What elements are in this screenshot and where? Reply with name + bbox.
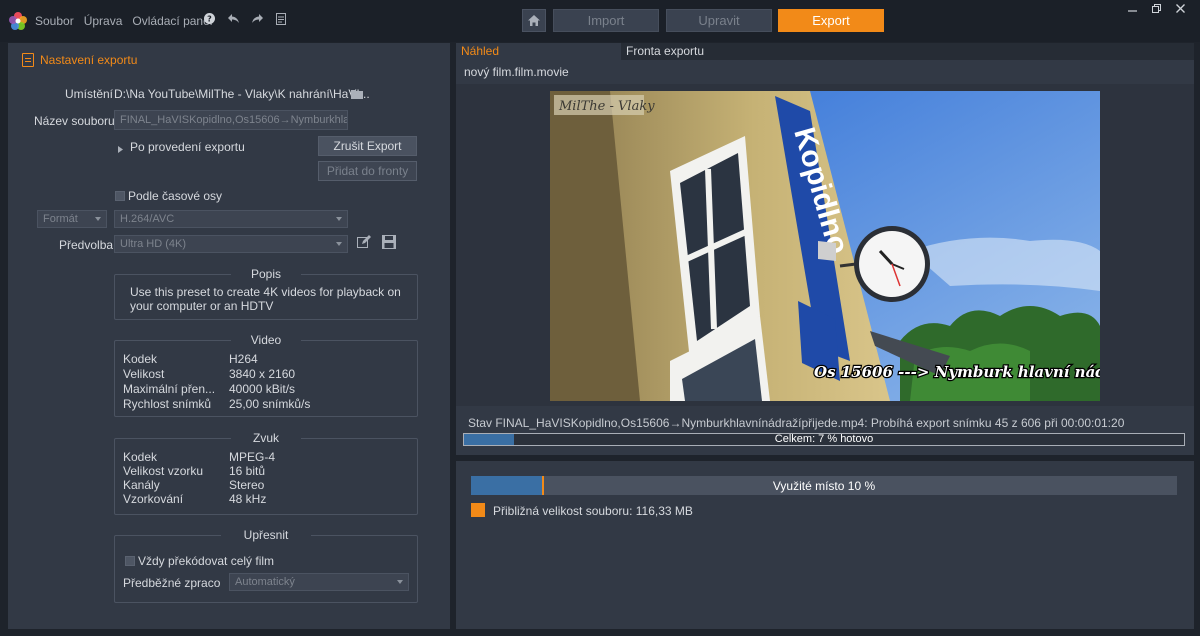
format-select[interactable]: Formát (37, 210, 107, 228)
minimize-icon[interactable] (1120, 4, 1144, 16)
description-group: Popis Use this preset to create 4K video… (114, 267, 418, 320)
always-reencode-checkbox[interactable] (125, 556, 135, 566)
description-title: Popis (231, 267, 301, 281)
timeline-label: Podle časové osy (128, 189, 223, 203)
video-caption: Os 15606 ---> Nymburk hlavní nádraží při… (814, 363, 1100, 381)
cancel-export-button[interactable]: Zrušit Export (318, 136, 417, 156)
app-logo-icon (9, 12, 27, 30)
chevron-down-icon (397, 580, 403, 584)
video-key: Velikost (123, 367, 165, 381)
document-icon[interactable] (274, 13, 288, 28)
codec-select-value: H.264/AVC (120, 213, 175, 225)
menu-file[interactable]: Soubor (35, 14, 74, 28)
export-settings-title: Nastavení exportu (22, 53, 137, 67)
audio-value: 16 bitů (229, 464, 266, 478)
location-label: Umístění (65, 87, 114, 101)
watermark-text: MilThe - Vlaky (558, 99, 655, 114)
filename-label: Název souboru (34, 114, 115, 128)
folder-icon[interactable] (351, 88, 363, 102)
export-tab-button[interactable]: Export (778, 9, 884, 32)
expand-arrow-icon[interactable] (118, 142, 123, 156)
edit-tab-button[interactable]: Upravit (666, 9, 772, 32)
menu-edit[interactable]: Úprava (84, 14, 123, 28)
always-reencode-label: Vždy překódovat celý film (138, 554, 275, 568)
audio-value: MPEG-4 (229, 450, 276, 464)
redo-icon[interactable] (250, 13, 264, 28)
preset-label: Předvolba (59, 238, 114, 252)
after-export-label[interactable]: Po provedení exportu (130, 140, 245, 154)
codec-select[interactable]: H.264/AVC (114, 210, 348, 228)
video-group: Video Kodek Velikost Maximální přen... R… (114, 333, 418, 417)
preview-image: Kopidlno MilThe - Vlaky Os 15606 ---> Ny (550, 91, 1100, 401)
chevron-down-icon (95, 217, 101, 221)
video-key: Maximální přen... (123, 382, 216, 396)
home-button[interactable] (522, 9, 546, 32)
preprocess-select-value: Automatický (235, 576, 295, 588)
disk-space-text: Využité místo 10 % (772, 479, 876, 493)
file-size-legend-swatch (471, 503, 485, 517)
top-bar: Soubor Úprava Ovládací panel ? Import Up… (0, 0, 1200, 42)
import-tab-button[interactable]: Import (553, 9, 659, 32)
video-title: Video (231, 333, 301, 347)
preprocess-select[interactable]: Automatický (229, 573, 409, 591)
file-size-text: Přibližná velikost souboru: 116,33 MB (493, 504, 693, 518)
restore-icon[interactable] (1144, 4, 1168, 16)
preprocess-label: Předběžné zpraco (123, 576, 221, 590)
preset-select[interactable]: Ultra HD (4K) (114, 235, 348, 253)
audio-value: Stereo (229, 478, 265, 492)
preview-area: Kopidlno MilThe - Vlaky Os 15606 ---> Ny (456, 84, 1194, 406)
refine-title: Upřesnit (221, 528, 311, 542)
audio-title: Zvuk (231, 431, 301, 445)
export-progress-text: Celkem: 7 % hotovo (774, 433, 874, 445)
preview-panel: Náhled Fronta exportu nový film.film.mov… (456, 43, 1194, 455)
tab-export-queue[interactable]: Fronta exportu (621, 43, 1194, 60)
video-values: H264 3840 x 2160 40000 kBit/s 25,00 sním… (229, 352, 310, 412)
edit-icon[interactable] (357, 235, 371, 252)
video-key: Rychlost snímků (123, 397, 212, 411)
format-select-value: Formát (43, 213, 78, 225)
audio-key: Velikost vzorku (123, 464, 204, 478)
audio-value: 48 kHz (229, 492, 267, 506)
export-status: Stav FINAL_HaVISKopidlno,Os15606→Nymburk… (468, 416, 1125, 430)
video-keys: Kodek Velikost Maximální přen... Rychlos… (123, 352, 215, 412)
audio-key: Kodek (123, 450, 158, 464)
video-value: 40000 kBit/s (229, 382, 296, 396)
save-icon[interactable] (382, 235, 396, 252)
movie-name: nový film.film.movie (464, 65, 569, 79)
export-settings-panel: Nastavení exportu Umístění D:\Na YouTube… (8, 43, 450, 629)
home-icon (528, 15, 540, 26)
video-value: 3840 x 2160 (229, 367, 296, 381)
close-icon[interactable] (1168, 4, 1192, 16)
svg-text:?: ? (207, 15, 212, 24)
audio-values: MPEG-4 16 bitů Stereo 48 kHz (229, 450, 275, 506)
preset-select-value: Ultra HD (4K) (120, 238, 187, 250)
filename-input[interactable]: FINAL_HaVISKopidlno,Os15606→Nymburkhlav (114, 110, 348, 130)
undo-icon[interactable] (226, 13, 240, 28)
export-settings-title-text: Nastavení exportu (40, 53, 138, 67)
export-progress-bar: Celkem: 7 % hotovo (463, 433, 1185, 446)
audio-key: Kanály (123, 478, 160, 492)
video-value: H264 (229, 352, 258, 366)
help-icon[interactable]: ? (202, 13, 216, 28)
settings-document-icon (22, 53, 34, 67)
add-to-queue-button[interactable]: Přidat do fronty (318, 161, 417, 181)
menu-control-panel[interactable]: Ovládací panel (132, 14, 212, 28)
audio-key: Vzorkování (123, 492, 184, 506)
video-key: Kodek (123, 352, 158, 366)
chevron-down-icon (336, 242, 342, 246)
tab-preview[interactable]: Náhled (456, 43, 621, 60)
refine-group: Upřesnit Vždy překódovat celý film Předb… (114, 528, 418, 603)
location-value: D:\Na YouTube\MilThe - Vlaky\K nahrání\H… (114, 87, 370, 101)
audio-keys: Kodek Velikost vzorku Kanály Vzorkování (123, 450, 203, 506)
description-text: Use this preset to create 4K videos for … (130, 285, 401, 313)
timeline-checkbox[interactable] (115, 191, 125, 201)
preview-tabs: Náhled Fronta exportu (456, 43, 1194, 60)
video-value: 25,00 snímků/s (229, 397, 311, 411)
disk-space-panel: Využité místo 10 % Přibližná velikost so… (456, 461, 1194, 629)
disk-space-bar: Využité místo 10 % (471, 476, 1177, 495)
audio-group: Zvuk Kodek Velikost vzorku Kanály Vzorko… (114, 431, 418, 515)
chevron-down-icon (336, 217, 342, 221)
